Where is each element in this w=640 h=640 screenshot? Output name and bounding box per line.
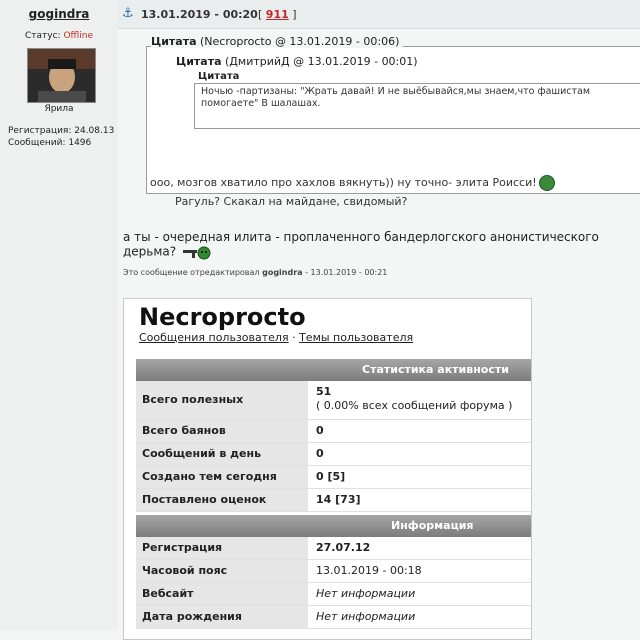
post-number-link[interactable]: 911	[266, 8, 289, 21]
info-row: Регистрация 27.07.12	[136, 537, 531, 560]
edited-note: Это сообщение отредактировал gogindra - …	[123, 268, 388, 277]
status-label: Статус:	[25, 31, 61, 41]
user-sidebar: gogindra Статус: Offline Ярила Регистрац…	[0, 0, 118, 631]
quote-inner: Цитата Ночью -партизаны: "Жрать давай! И…	[194, 71, 640, 129]
user-status: Статус: Offline	[0, 31, 118, 41]
info-table: Информация Регистрация 27.07.12 Часовой п…	[136, 515, 531, 629]
avatar[interactable]	[27, 48, 96, 103]
profile-card: Necroprocto Сообщения пользователя · Тем…	[123, 298, 532, 640]
stats-row: Создано тем сегодня 0 [5]	[136, 466, 531, 489]
user-stats: Регистрация: 24.08.13 Сообщений: 1496	[8, 125, 114, 149]
profile-name: Necroprocto	[139, 303, 306, 331]
edited-user: gogindra	[262, 268, 303, 277]
stats-row: Всего баянов 0	[136, 420, 531, 443]
status-value: Offline	[63, 31, 93, 41]
quote-middle-title: Цитата (ДмитрийД @ 13.01.2019 - 00:01)	[176, 55, 422, 68]
post-date: 13.01.2019 - 00:20	[141, 8, 258, 21]
quote-outer: Цитата (Necroprocto @ 13.01.2019 - 00:06…	[146, 35, 640, 208]
gun-smiley-icon	[182, 246, 211, 260]
quote-inner-title: Цитата	[198, 71, 244, 82]
username[interactable]: gogindra	[0, 0, 118, 28]
post-body: а ты - очередная илита - проплаченного б…	[123, 230, 599, 260]
avatar-caption: Ярила	[44, 104, 74, 114]
user-registration: Регистрация: 24.08.13	[8, 126, 115, 136]
quote-middle: Цитата (ДмитрийД @ 13.01.2019 - 00:01) Ц…	[172, 55, 640, 208]
quote-middle-text: Рагуль? Скакал на майдане, свидомый?	[175, 195, 408, 208]
quote-inner-text: Ночью -партизаны: "Жрать давай! И не выё…	[201, 86, 591, 109]
info-row: Дата рождения Нет информации	[136, 606, 531, 629]
post-number: [ 911 ]	[258, 8, 297, 21]
info-row: Часовой пояс пользователя13.01.2019 - 00…	[136, 560, 531, 599]
stats-row: Всего полезных сообщений 51( 0.00% всех …	[136, 381, 531, 444]
user-message-count: Сообщений: 1496	[8, 138, 92, 148]
quote-outer-response: ооо, мозгов хватило про хахлов вякнуть))…	[150, 175, 555, 191]
quote-outer-title: Цитата (Necroprocto @ 13.01.2019 - 00:06…	[151, 35, 404, 48]
user-topics-link[interactable]: Темы пользователя	[299, 331, 413, 344]
info-header: Информация	[136, 515, 531, 537]
smiley-icon	[538, 175, 555, 191]
post-header: ⚓ 13.01.2019 - 00:20 [ 911 ]	[118, 0, 640, 29]
stats-row: Сообщений в день 0	[136, 443, 531, 466]
info-row: Вебсайт Нет информации	[136, 583, 531, 606]
stats-table: Статистика активности Всего полезных соо…	[136, 359, 531, 528]
user-messages-link[interactable]: Сообщения пользователя	[139, 331, 289, 344]
profile-links: Сообщения пользователя · Темы пользовате…	[139, 331, 414, 344]
anchor-icon[interactable]: ⚓	[122, 7, 136, 21]
stats-row: Поставлено оценок сегодня14 [73]	[136, 489, 531, 528]
stats-header: Статистика активности	[136, 359, 531, 381]
